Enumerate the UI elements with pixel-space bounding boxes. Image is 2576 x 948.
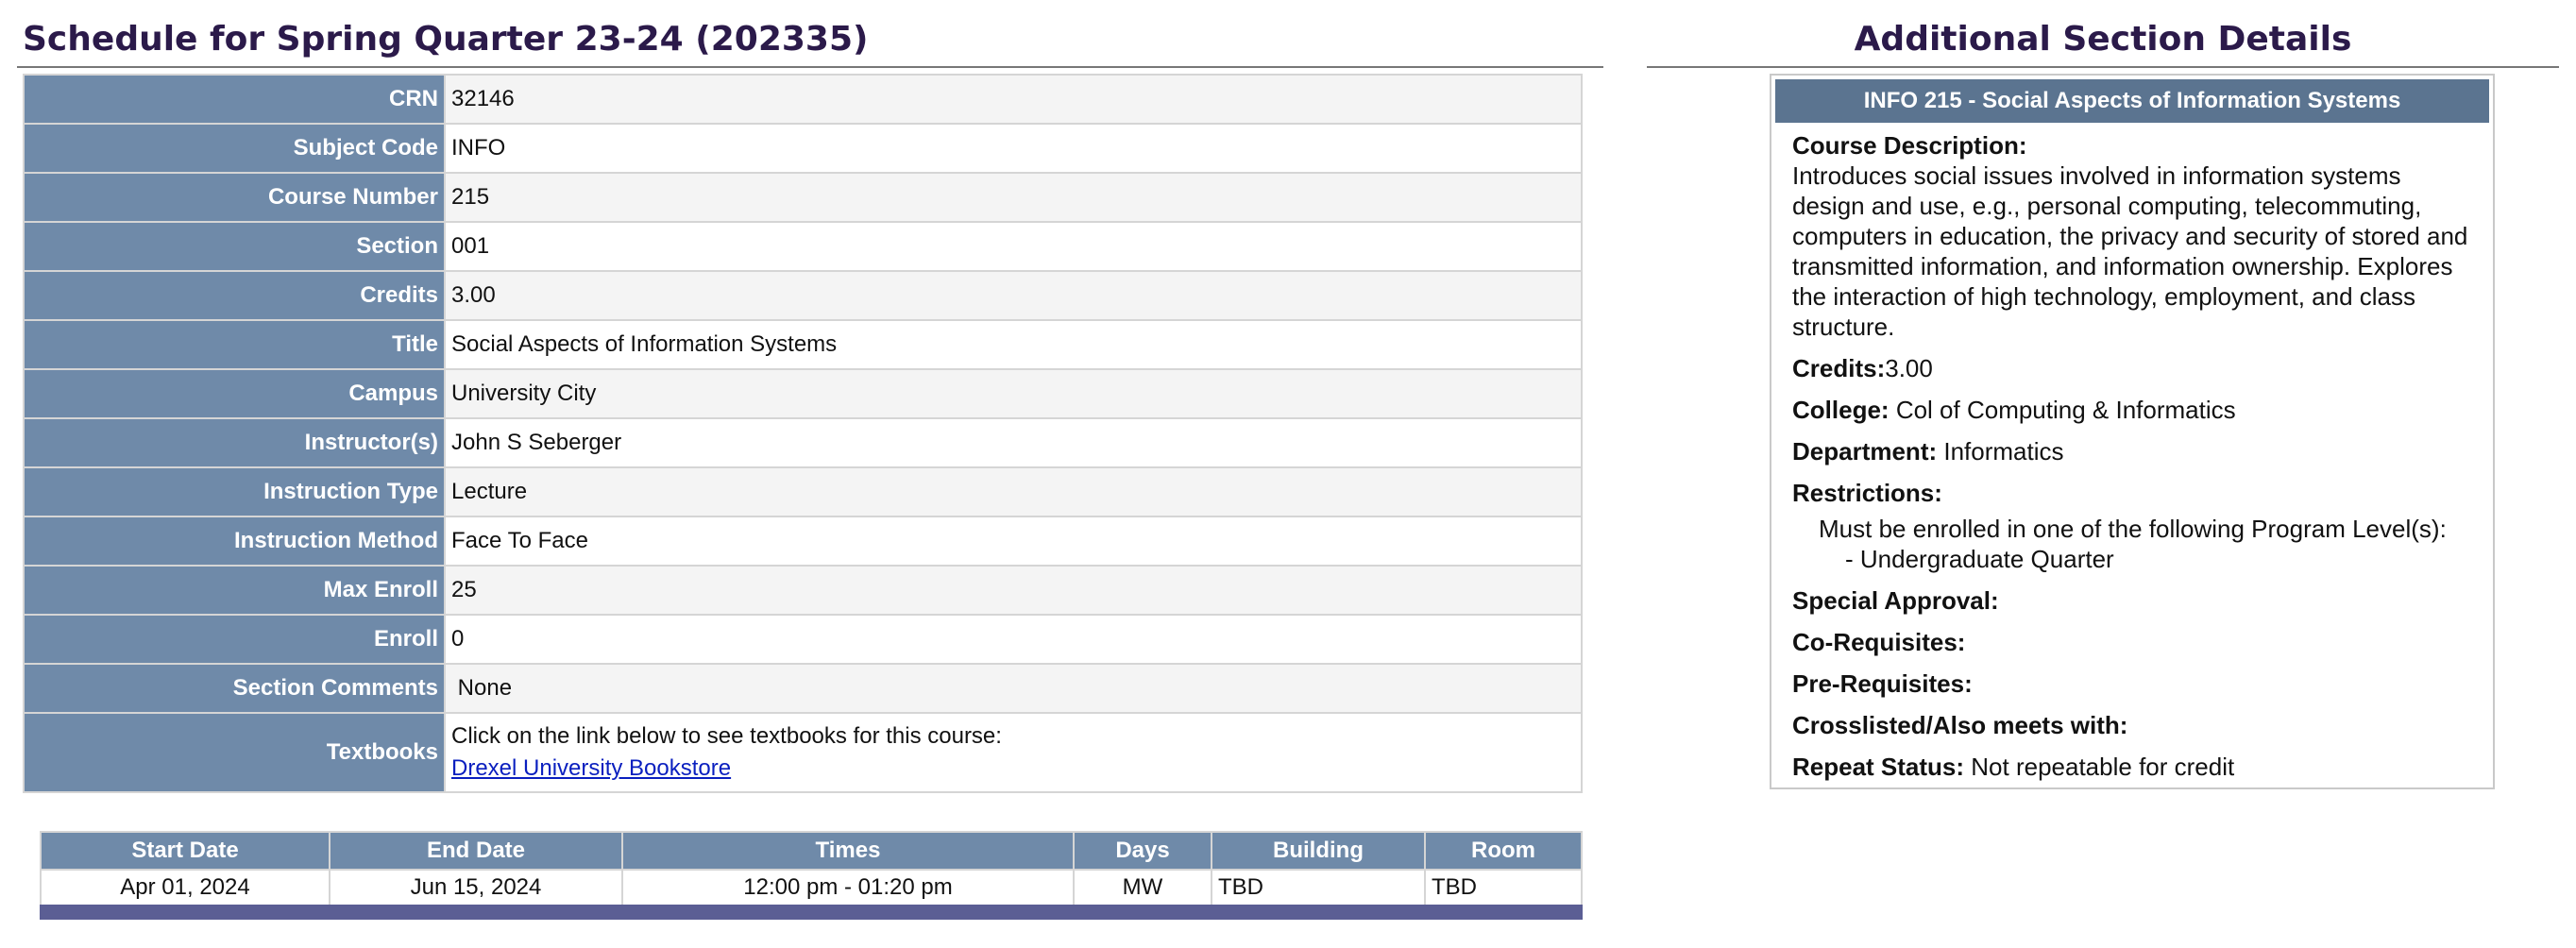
prerequisites-info: Pre-Requisites:	[1792, 669, 2472, 699]
row-value-title: Social Aspects of Information Systems	[444, 319, 1583, 370]
meeting-room: TBD	[1424, 869, 1583, 906]
col-header-room: Room	[1424, 831, 1583, 871]
row-value-instructor: John S Seberger	[444, 417, 1583, 468]
table-row: Subject Code INFO	[23, 123, 1583, 174]
department-value: Informatics	[1943, 437, 2064, 466]
meeting-table-footer-bar	[40, 905, 1583, 920]
title-divider	[17, 66, 1603, 68]
credits-info: Credits:3.00	[1792, 353, 2472, 383]
restrictions-text: Must be enrolled in one of the following…	[1819, 515, 2447, 543]
corequisites-label: Co-Requisites:	[1792, 628, 1966, 656]
col-header-building: Building	[1211, 831, 1426, 871]
meeting-times-table: Start Date End Date Times Days Building …	[40, 831, 1583, 906]
col-header-start-date: Start Date	[40, 831, 330, 871]
crosslisted-label: Crosslisted/Also meets with:	[1792, 711, 2128, 739]
credits-label: Credits:	[1792, 354, 1886, 382]
row-value-enroll: 0	[444, 614, 1583, 665]
additional-details-section: Additional Section Details	[1647, 0, 2559, 68]
row-value-crn: 32146	[444, 74, 1583, 125]
col-header-end-date: End Date	[329, 831, 623, 871]
table-row: Title Social Aspects of Information Syst…	[23, 319, 1583, 370]
table-row: CRN 32146	[23, 74, 1583, 125]
row-label-course-number: Course Number	[23, 172, 446, 223]
prerequisites-label: Pre-Requisites:	[1792, 669, 1973, 698]
special-approval-info: Special Approval:	[1792, 585, 2472, 616]
row-label-enroll: Enroll	[23, 614, 446, 665]
corequisites-info: Co-Requisites:	[1792, 627, 2472, 657]
meeting-end-date: Jun 15, 2024	[329, 869, 623, 906]
row-value-textbooks: Click on the link below to see textbooks…	[444, 712, 1583, 793]
table-row: Course Number 215	[23, 172, 1583, 223]
row-label-credits: Credits	[23, 270, 446, 321]
department-info: Department: Informatics	[1792, 436, 2472, 466]
row-label-instruction-method: Instruction Method	[23, 516, 446, 567]
college-label: College:	[1792, 396, 1890, 424]
row-label-title: Title	[23, 319, 446, 370]
restrictions-program-level: - Undergraduate Quarter	[1845, 545, 2114, 573]
meeting-times: 12:00 pm - 01:20 pm	[621, 869, 1075, 906]
table-row: Instruction Method Face To Face	[23, 516, 1583, 567]
textbooks-instructions: Click on the link below to see textbooks…	[451, 723, 1002, 749]
row-value-instruction-method: Face To Face	[444, 516, 1583, 567]
row-value-course-number: 215	[444, 172, 1583, 223]
college-info: College: Col of Computing & Informatics	[1792, 395, 2472, 425]
section-comments-text: None	[457, 675, 513, 701]
table-row: Enroll 0	[23, 614, 1583, 665]
details-title-divider	[1647, 66, 2559, 68]
row-value-credits: 3.00	[444, 270, 1583, 321]
row-label-instructor: Instructor(s)	[23, 417, 446, 468]
details-course-header: INFO 215 - Social Aspects of Information…	[1775, 79, 2489, 123]
department-label: Department:	[1792, 437, 1938, 466]
details-title: Additional Section Details	[1854, 20, 2352, 59]
table-row: Credits 3.00	[23, 270, 1583, 321]
table-row: Max Enroll 25	[23, 565, 1583, 616]
section-details-box: INFO 215 - Social Aspects of Information…	[1770, 74, 2495, 789]
row-value-campus: University City	[444, 368, 1583, 419]
col-header-days: Days	[1073, 831, 1212, 871]
row-value-instruction-type: Lecture	[444, 466, 1583, 517]
course-description: Course Description: Introduces social is…	[1792, 130, 2472, 342]
repeat-status-value: Not repeatable for credit	[1971, 753, 2235, 781]
row-label-textbooks: Textbooks	[23, 712, 446, 793]
restrictions-label: Restrictions:	[1792, 479, 1942, 507]
page-title: Schedule for Spring Quarter 23-24 (20233…	[23, 20, 869, 59]
table-row: Instruction Type Lecture	[23, 466, 1583, 517]
meeting-building: TBD	[1211, 869, 1426, 906]
row-value-max-enroll: 25	[444, 565, 1583, 616]
table-row: Campus University City	[23, 368, 1583, 419]
table-row: Textbooks Click on the link below to see…	[23, 712, 1583, 793]
row-label-section-comments: Section Comments	[23, 663, 446, 714]
repeat-status-label: Repeat Status:	[1792, 753, 1965, 781]
meeting-start-date: Apr 01, 2024	[40, 869, 330, 906]
table-row: Apr 01, 2024 Jun 15, 2024 12:00 pm - 01:…	[40, 869, 1583, 906]
college-value: Col of Computing & Informatics	[1895, 396, 2236, 424]
bookstore-link[interactable]: Drexel University Bookstore	[451, 753, 731, 785]
row-label-campus: Campus	[23, 368, 446, 419]
course-description-text: Introduces social issues involved in inf…	[1792, 161, 2468, 341]
row-value-section: 001	[444, 221, 1583, 272]
row-value-section-comments: None	[444, 663, 1583, 714]
row-label-crn: CRN	[23, 74, 446, 125]
row-label-instruction-type: Instruction Type	[23, 466, 446, 517]
table-row: Section 001	[23, 221, 1583, 272]
schedule-section: Schedule for Spring Quarter 23-24 (20233…	[17, 0, 1603, 68]
crosslisted-info: Crosslisted/Also meets with:	[1792, 710, 2472, 740]
repeat-status-info: Repeat Status: Not repeatable for credit	[1792, 752, 2472, 782]
row-label-section: Section	[23, 221, 446, 272]
row-label-max-enroll: Max Enroll	[23, 565, 446, 616]
special-approval-label: Special Approval:	[1792, 586, 1999, 615]
meeting-days: MW	[1073, 869, 1212, 906]
row-label-subject-code: Subject Code	[23, 123, 446, 174]
restrictions-info: Restrictions: Must be enrolled in one of…	[1792, 478, 2472, 574]
col-header-times: Times	[621, 831, 1075, 871]
section-detail-table: CRN 32146 Subject Code INFO Course Numbe…	[23, 74, 1583, 793]
course-description-label: Course Description:	[1792, 131, 2027, 160]
table-row: Instructor(s) John S Seberger	[23, 417, 1583, 468]
meeting-header-row: Start Date End Date Times Days Building …	[40, 831, 1583, 871]
details-body: Course Description: Introduces social is…	[1775, 123, 2489, 782]
credits-value: 3.00	[1885, 354, 1933, 382]
row-value-subject-code: INFO	[444, 123, 1583, 174]
table-row: Section Comments None	[23, 663, 1583, 714]
